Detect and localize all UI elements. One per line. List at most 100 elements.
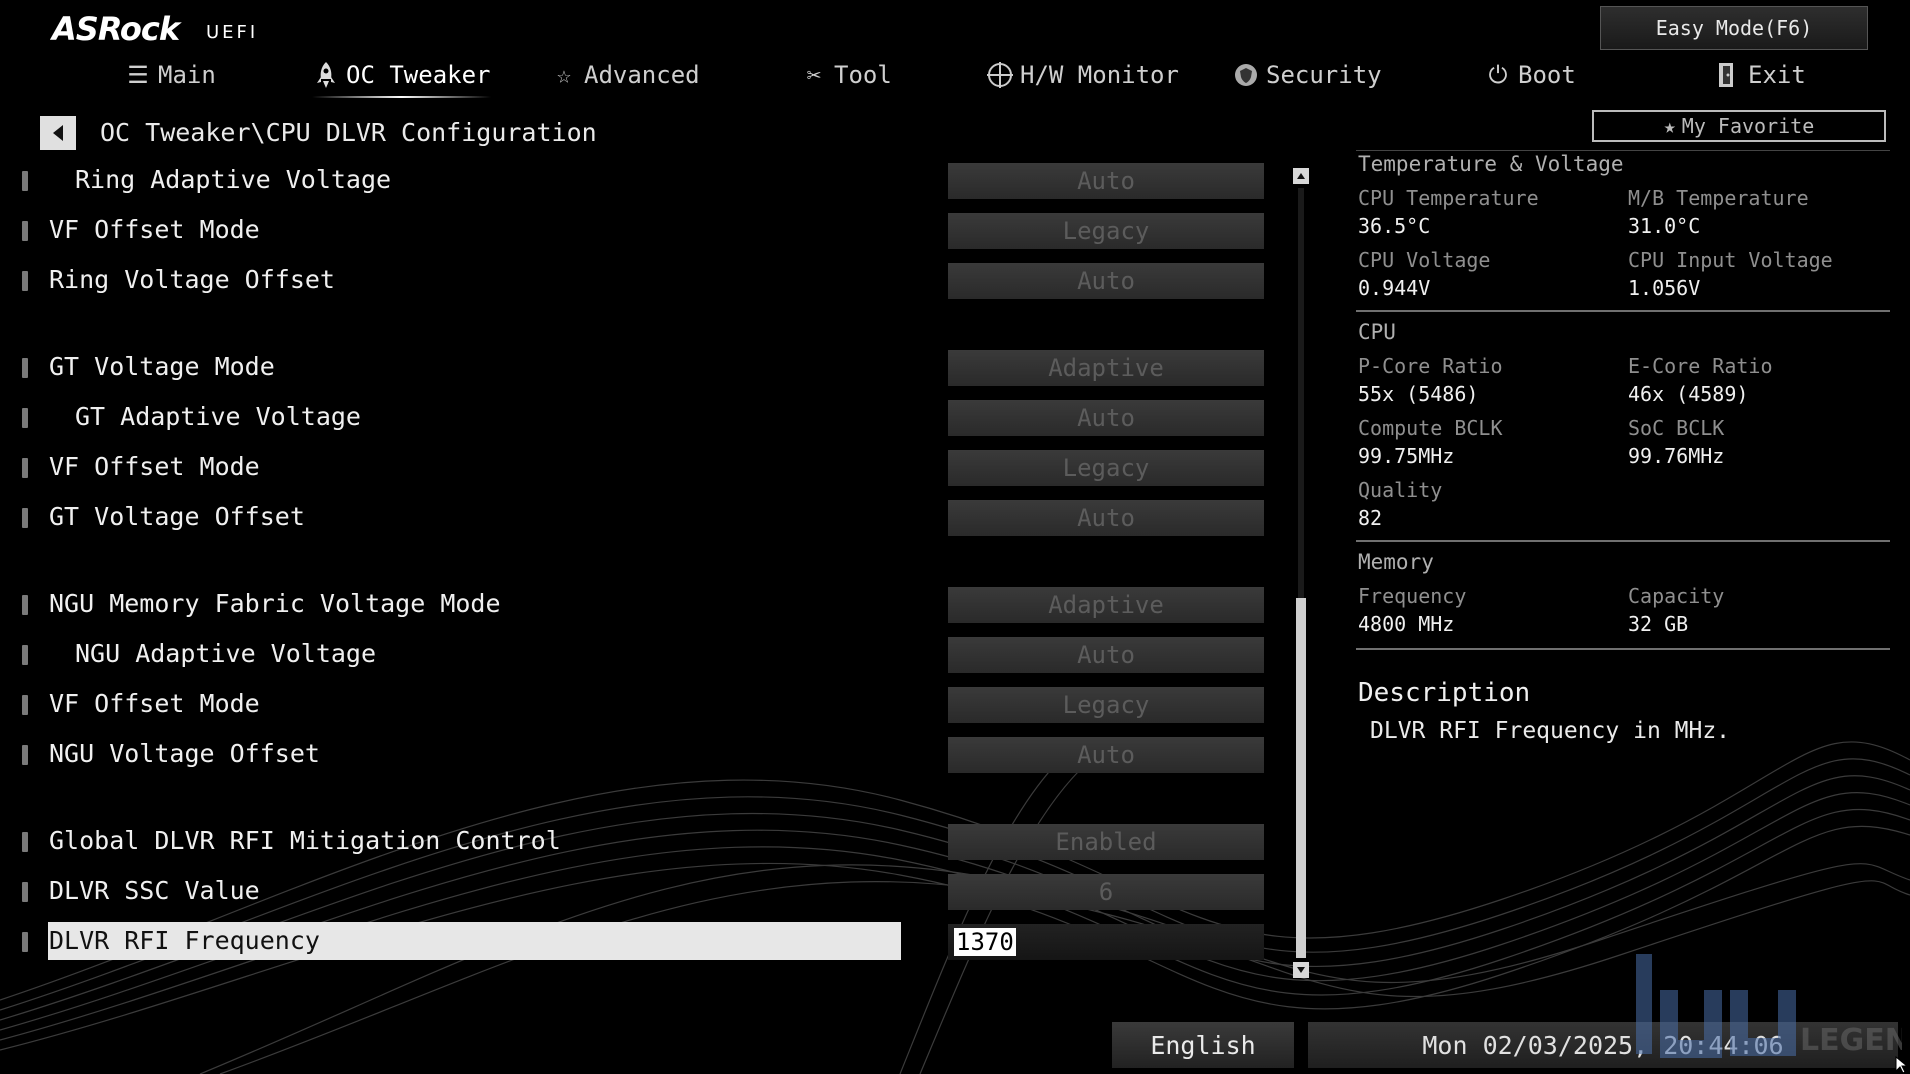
row-marker: [22, 645, 28, 665]
ecore-ratio-value: 46x (4589): [1628, 382, 1749, 406]
setting-value[interactable]: Auto: [948, 400, 1264, 436]
setting-value[interactable]: Auto: [948, 263, 1264, 299]
temp-voltage-title: Temperature & Voltage: [1358, 152, 1624, 176]
setting-label: NGU Adaptive Voltage: [75, 639, 377, 668]
section-divider: [1356, 540, 1890, 542]
mb-temp-value: 31.0°C: [1628, 214, 1701, 238]
tab-advanced[interactable]: ☆ Advanced: [550, 58, 700, 92]
tab-label: Main: [158, 61, 216, 89]
scroll-up-button[interactable]: [1293, 168, 1309, 184]
memory-capacity-value: 32 GB: [1628, 612, 1689, 636]
language-button[interactable]: English: [1112, 1022, 1294, 1068]
setting-value[interactable]: 6: [948, 874, 1264, 910]
cpu-voltage-value: 0.944V: [1358, 276, 1431, 300]
row-marker: [22, 171, 28, 191]
soc-bclk-value: 99.76MHz: [1628, 444, 1725, 468]
row-marker: [22, 358, 28, 378]
section-divider: [1356, 648, 1890, 650]
setting-label: VF Offset Mode: [49, 689, 260, 718]
compute-bclk-label: Compute BCLK: [1358, 416, 1503, 440]
setting-value[interactable]: Auto: [948, 500, 1264, 536]
setting-label: Ring Voltage Offset: [49, 265, 335, 294]
setting-value[interactable]: Legacy: [948, 687, 1264, 723]
setting-label: GT Voltage Offset: [49, 502, 305, 531]
arrow-up-icon: [1297, 173, 1305, 179]
description-text: DLVR RFI Frequency in MHz.: [1370, 718, 1731, 744]
section-divider: [1356, 310, 1890, 312]
row-marker: [22, 595, 28, 615]
row-marker: [22, 745, 28, 765]
setting-label: VF Offset Mode: [49, 452, 260, 481]
setting-label: DLVR SSC Value: [49, 876, 260, 905]
cpu-input-voltage-label: CPU Input Voltage: [1628, 248, 1833, 272]
memory-section-title: Memory: [1358, 550, 1434, 574]
power-icon: ⏻: [1488, 61, 1508, 89]
row-marker: [22, 458, 28, 478]
rocket-icon: [312, 61, 340, 89]
tab-label: Advanced: [584, 61, 700, 89]
setting-value[interactable]: Legacy: [948, 450, 1264, 486]
setting-label: DLVR RFI Frequency: [49, 926, 320, 955]
row-marker: [22, 508, 28, 528]
cpu-input-voltage-value: 1.056V: [1628, 276, 1701, 300]
setting-value[interactable]: Auto: [948, 163, 1264, 199]
tab-oc-tweaker[interactable]: OC Tweaker: [312, 58, 491, 98]
frequency-input-text[interactable]: 1370: [954, 928, 1016, 956]
tab-exit[interactable]: Exit: [1714, 58, 1806, 92]
settings-scrollbar[interactable]: [1292, 168, 1310, 978]
asrock-logo: ASRock: [52, 10, 180, 48]
setting-value[interactable]: Adaptive: [948, 350, 1264, 386]
tab-label: Exit: [1748, 61, 1806, 89]
tab-main[interactable]: ☰ Main: [124, 58, 216, 92]
setting-value[interactable]: Auto: [948, 737, 1264, 773]
uefi-label: UEFI: [206, 22, 259, 43]
back-button[interactable]: [40, 116, 76, 150]
tab-hw-monitor[interactable]: H/W Monitor: [986, 58, 1179, 92]
wrench-icon: ✂: [806, 61, 822, 89]
panel-top-line: [1356, 150, 1890, 151]
memory-frequency-label: Frequency: [1358, 584, 1467, 608]
setting-label: NGU Memory Fabric Voltage Mode: [49, 589, 501, 618]
cpu-section-title: CPU: [1358, 320, 1396, 344]
cpu-temp-label: CPU Temperature: [1358, 186, 1539, 210]
row-marker: [22, 832, 28, 852]
setting-value[interactable]: Adaptive: [948, 587, 1264, 623]
setting-label: VF Offset Mode: [49, 215, 260, 244]
frequency-input[interactable]: 1370: [948, 924, 1264, 960]
pcore-ratio-value: 55x (5486): [1358, 382, 1479, 406]
memory-frequency-value: 4800 MHz: [1358, 612, 1455, 636]
scroll-down-button[interactable]: [1293, 962, 1309, 978]
back-arrow-icon: [53, 125, 63, 141]
row-marker: [22, 695, 28, 715]
setting-value[interactable]: Legacy: [948, 213, 1264, 249]
row-marker: [22, 408, 28, 428]
row-marker: [22, 271, 28, 291]
my-favorite-button[interactable]: ★ My Favorite: [1592, 110, 1886, 142]
setting-label: GT Adaptive Voltage: [75, 402, 361, 431]
setting-value[interactable]: Auto: [948, 637, 1264, 673]
tab-label: Security: [1266, 61, 1382, 89]
breadcrumb: OC Tweaker\CPU DLVR Configuration: [100, 118, 597, 147]
scroll-thumb[interactable]: [1296, 598, 1306, 958]
watermark-text: LEGEND: [1800, 1023, 1902, 1058]
pcore-ratio-label: P-Core Ratio: [1358, 354, 1503, 378]
list-icon: ☰: [127, 61, 149, 89]
quality-value: 82: [1358, 506, 1383, 530]
tab-label: Tool: [834, 61, 892, 89]
mouse-cursor-icon: [1895, 1056, 1909, 1074]
description-title: Description: [1358, 678, 1531, 708]
setting-label: Ring Adaptive Voltage: [75, 165, 392, 194]
exit-icon: [1714, 61, 1742, 89]
setting-value[interactable]: Enabled: [948, 824, 1264, 860]
watermark-logo: LEGEND: [1636, 954, 1902, 1058]
compute-bclk-value: 99.75MHz: [1358, 444, 1455, 468]
tab-tool[interactable]: ✂ Tool: [800, 58, 892, 92]
star-icon: ★: [1663, 114, 1676, 138]
tab-security[interactable]: Security: [1232, 58, 1382, 92]
setting-label: GT Voltage Mode: [49, 352, 275, 381]
tab-boot[interactable]: ⏻ Boot: [1484, 58, 1576, 92]
star-icon: ☆: [556, 61, 572, 89]
tab-label: Boot: [1518, 61, 1576, 89]
easy-mode-button[interactable]: Easy Mode(F6): [1600, 6, 1868, 50]
tab-label: OC Tweaker: [346, 61, 491, 89]
